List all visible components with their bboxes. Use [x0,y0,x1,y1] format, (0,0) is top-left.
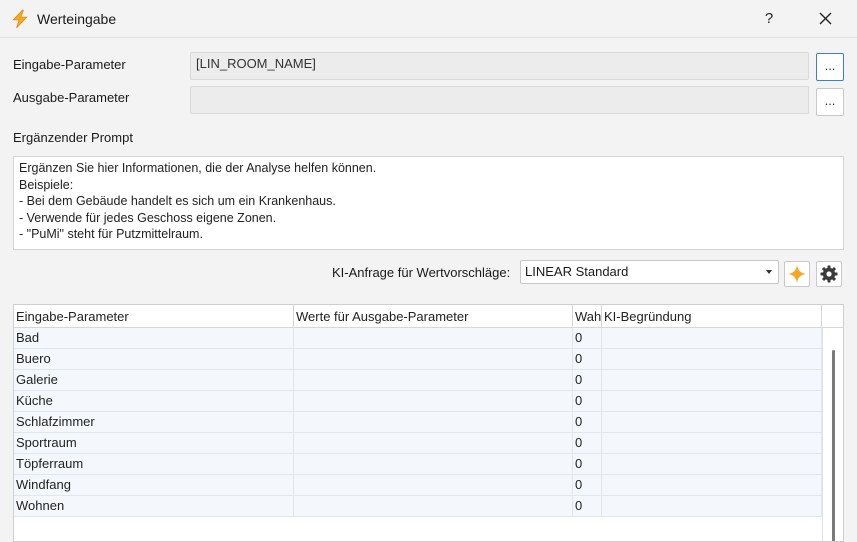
table-row[interactable]: Schlafzimmer 0 [14,412,822,433]
table-row[interactable]: Buero 0 [14,349,822,370]
close-button[interactable] [810,4,842,34]
prompt-label: Ergänzender Prompt [13,130,133,145]
cell-reasoning [602,496,822,516]
help-button[interactable]: ? [754,4,784,34]
prompt-line: - Bei dem Gebäude handelt es sich um ein… [19,194,336,208]
cell-probability: 0 [573,412,602,432]
cell-probability: 0 [573,391,602,411]
cell-reasoning [602,391,822,411]
cell-output-values[interactable] [294,370,573,390]
lightning-bolt-icon [10,9,30,29]
cell-probability: 0 [573,496,602,516]
prompt-line: Beispiele: [19,177,74,192]
ai-request-select[interactable]: LINEAR Standard [520,260,779,284]
table-scrollbar[interactable] [822,328,843,541]
cell-reasoning [602,412,822,432]
cell-probability: 0 [573,328,602,348]
cell-output-values[interactable] [294,496,573,516]
input-parameter-field[interactable]: [LIN_ROOM_NAME] [190,52,809,80]
table-row[interactable]: Sportraum 0 [14,433,822,454]
gear-icon [820,265,838,283]
cell-input-value: Schlafzimmer [14,412,294,432]
table-row[interactable]: Windfang 0 [14,475,822,496]
cell-output-values[interactable] [294,391,573,411]
output-parameter-field[interactable] [190,86,809,114]
table-row[interactable]: Wohnen 0 [14,496,822,517]
prompt-line: - "PuMi" steht für Putzmittelraum. [19,227,203,241]
values-table: Eingabe-Parameter Werte für Ausgabe-Para… [13,304,844,542]
cell-reasoning [602,454,822,474]
column-header-reasoning[interactable]: KI-Begründung [602,305,822,327]
cell-reasoning [602,475,822,495]
ai-request-selected-value: LINEAR Standard [525,264,629,279]
cell-output-values[interactable] [294,349,573,369]
cell-output-values[interactable] [294,328,573,348]
ai-suggest-button[interactable] [784,261,810,287]
cell-output-values[interactable] [294,433,573,453]
cell-probability: 0 [573,370,602,390]
cell-input-value: Wohnen [14,496,294,516]
column-header-values[interactable]: Werte für Ausgabe-Parameter [294,305,573,327]
cell-input-value: Sportraum [14,433,294,453]
settings-button[interactable] [816,261,842,287]
prompt-line: Ergänzen Sie hier Informationen, die der… [19,161,377,175]
cell-output-values[interactable] [294,475,573,495]
werteingabe-dialog: Werteingabe ? Eingabe-Parameter [LIN_ROO… [0,0,857,542]
cell-output-values[interactable] [294,454,573,474]
cell-input-value: Küche [14,391,294,411]
title-bar: Werteingabe ? [0,0,857,38]
table-row[interactable]: Bad 0 [14,328,822,349]
input-parameter-browse-button[interactable]: ... [816,53,844,81]
close-icon [819,12,832,25]
cell-probability: 0 [573,349,602,369]
chevron-down-icon [766,270,772,274]
window-title: Werteingabe [37,11,117,27]
column-header-input[interactable]: Eingabe-Parameter [14,305,294,327]
output-parameter-browse-button[interactable]: ... [816,88,844,116]
cell-probability: 0 [573,433,602,453]
cell-reasoning [602,370,822,390]
ai-request-label: KI-Anfrage für Wertvorschläge: [332,265,511,280]
prompt-line: - Verwende für jedes Geschoss eigene Zon… [19,210,277,225]
cell-input-value: Windfang [14,475,294,495]
cell-probability: 0 [573,454,602,474]
table-header: Eingabe-Parameter Werte für Ausgabe-Para… [14,305,843,328]
scrollbar-thumb[interactable] [832,350,835,541]
input-parameter-label: Eingabe-Parameter [13,57,126,72]
sparkle-icon [788,265,806,283]
table-row[interactable]: Galerie 0 [14,370,822,391]
output-parameter-label: Ausgabe-Parameter [13,90,130,105]
table-row[interactable]: Küche 0 [14,391,822,412]
cell-output-values[interactable] [294,412,573,432]
column-header-probability[interactable]: Wahrscheinlichkeit [573,305,602,327]
cell-input-value: Buero [14,349,294,369]
prompt-textarea[interactable]: Ergänzen Sie hier Informationen, die der… [13,156,844,250]
cell-reasoning [602,328,822,348]
table-row[interactable]: Töpferraum 0 [14,454,822,475]
cell-input-value: Galerie [14,370,294,390]
cell-input-value: Töpferraum [14,454,294,474]
cell-input-value: Bad [14,328,294,348]
cell-reasoning [602,433,822,453]
cell-reasoning [602,349,822,369]
cell-probability: 0 [573,475,602,495]
